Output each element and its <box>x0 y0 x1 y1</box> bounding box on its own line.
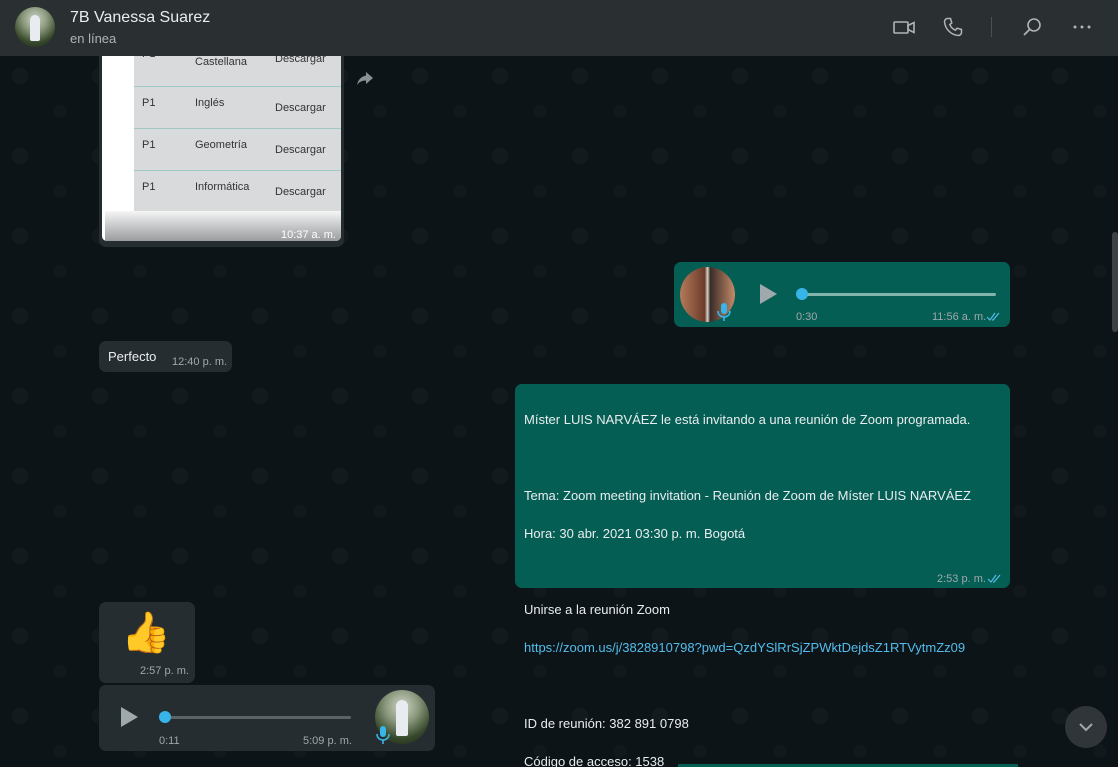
message-time: 12:40 p. m. <box>172 356 228 368</box>
invite-line: Míster LUIS NARVÁEZ le está invitando a … <box>524 412 971 427</box>
phone-icon[interactable] <box>941 15 965 39</box>
download-link: Descargar <box>275 144 326 156</box>
text-message-outgoing[interactable]: Míster LUIS NARVÁEZ le está invitando a … <box>515 384 1010 767</box>
topic-line: Tema: Zoom meeting invitation - Reunión … <box>524 488 972 503</box>
contact-avatar[interactable] <box>15 7 55 47</box>
chat-header: 7B Vanessa Suarez en línea <box>0 0 1118 56</box>
avatar-figure <box>30 15 40 41</box>
subject-cell: Inglés <box>195 97 225 109</box>
image-message[interactable]: P1 Lengua Castellana Descargar P1 Inglés… <box>99 56 344 247</box>
subject-cell: Geometría <box>195 139 247 151</box>
audio-duration: 0:30 <box>796 311 818 323</box>
message-time: 5:09 p. m. <box>303 735 352 747</box>
menu-icon[interactable] <box>1070 15 1094 39</box>
period-cell: P1 <box>142 97 156 109</box>
photo-figure <box>396 700 408 736</box>
table-row: P1 Geometría Descargar <box>134 128 341 171</box>
scroll-down-button[interactable] <box>1065 706 1107 748</box>
table-row: P1 Inglés Descargar <box>134 86 341 129</box>
microphone-icon <box>717 303 731 321</box>
forward-icon[interactable] <box>355 68 375 88</box>
thumbs-up-emoji: 👍 <box>121 611 171 655</box>
scrollbar[interactable] <box>1112 232 1118 332</box>
emoji-message[interactable]: 👍 2:57 p. m. <box>99 602 195 683</box>
audio-progress-track[interactable] <box>163 716 351 719</box>
search-icon[interactable] <box>1020 15 1044 39</box>
message-time: 2:53 p. m. <box>937 573 986 585</box>
text-message-incoming[interactable]: Perfecto 12:40 p. m. <box>99 341 232 372</box>
period-cell: P1 <box>142 181 156 193</box>
subject-cell: Lengua Castellana <box>195 56 247 68</box>
voice-message-incoming[interactable]: 0:11 5:09 p. m. <box>99 685 435 751</box>
download-link: Descargar <box>275 102 326 114</box>
play-button[interactable] <box>121 707 138 727</box>
subject-cell: Informática <box>195 181 250 193</box>
microphone-icon <box>376 726 390 744</box>
table-row: P1 Lengua Castellana Descargar <box>134 56 341 87</box>
read-receipt-icon <box>987 574 1001 583</box>
message-text: Perfecto <box>108 349 157 364</box>
zoom-invitation: Míster LUIS NARVÁEZ le está invitando a … <box>524 391 1004 767</box>
period-cell: P1 <box>142 139 156 151</box>
download-link: Descargar <box>275 186 326 198</box>
download-link: Descargar <box>275 56 326 65</box>
contact-name[interactable]: 7B Vanessa Suarez <box>70 9 210 27</box>
voice-message-outgoing[interactable]: 0:30 11:56 a. m. <box>674 262 1010 327</box>
message-time: 10:37 a. m. <box>280 229 336 241</box>
chevron-down-icon <box>1079 723 1093 732</box>
message-time: 2:57 p. m. <box>140 665 189 677</box>
grades-table: P1 Lengua Castellana Descargar P1 Inglés… <box>134 56 341 211</box>
join-line: Unirse a la reunión Zoom <box>524 602 670 617</box>
audio-progress-knob[interactable] <box>796 288 808 300</box>
table-row: P1 Informática Descargar <box>134 170 341 213</box>
audio-progress-track[interactable] <box>802 293 996 296</box>
video-call-icon[interactable] <box>892 15 916 39</box>
period-cell: P1 <box>142 56 155 60</box>
chat-area[interactable]: P1 Lengua Castellana Descargar P1 Inglés… <box>0 56 1118 767</box>
meeting-id-line: ID de reunión: 382 891 0798 <box>524 716 689 731</box>
audio-progress-knob[interactable] <box>159 711 171 723</box>
message-time: 11:56 a. m. <box>932 311 987 323</box>
play-button[interactable] <box>760 284 777 304</box>
header-divider <box>991 17 992 37</box>
zoom-link[interactable]: https://zoom.us/j/3828910798?pwd=QzdYSlR… <box>524 638 1004 657</box>
read-receipt-icon <box>986 312 1000 321</box>
time-line: Hora: 30 abr. 2021 03:30 p. m. Bogotá <box>524 526 746 541</box>
audio-duration: 0:11 <box>159 735 180 747</box>
document-image[interactable]: P1 Lengua Castellana Descargar P1 Inglés… <box>102 56 341 241</box>
contact-status: en línea <box>70 31 117 46</box>
